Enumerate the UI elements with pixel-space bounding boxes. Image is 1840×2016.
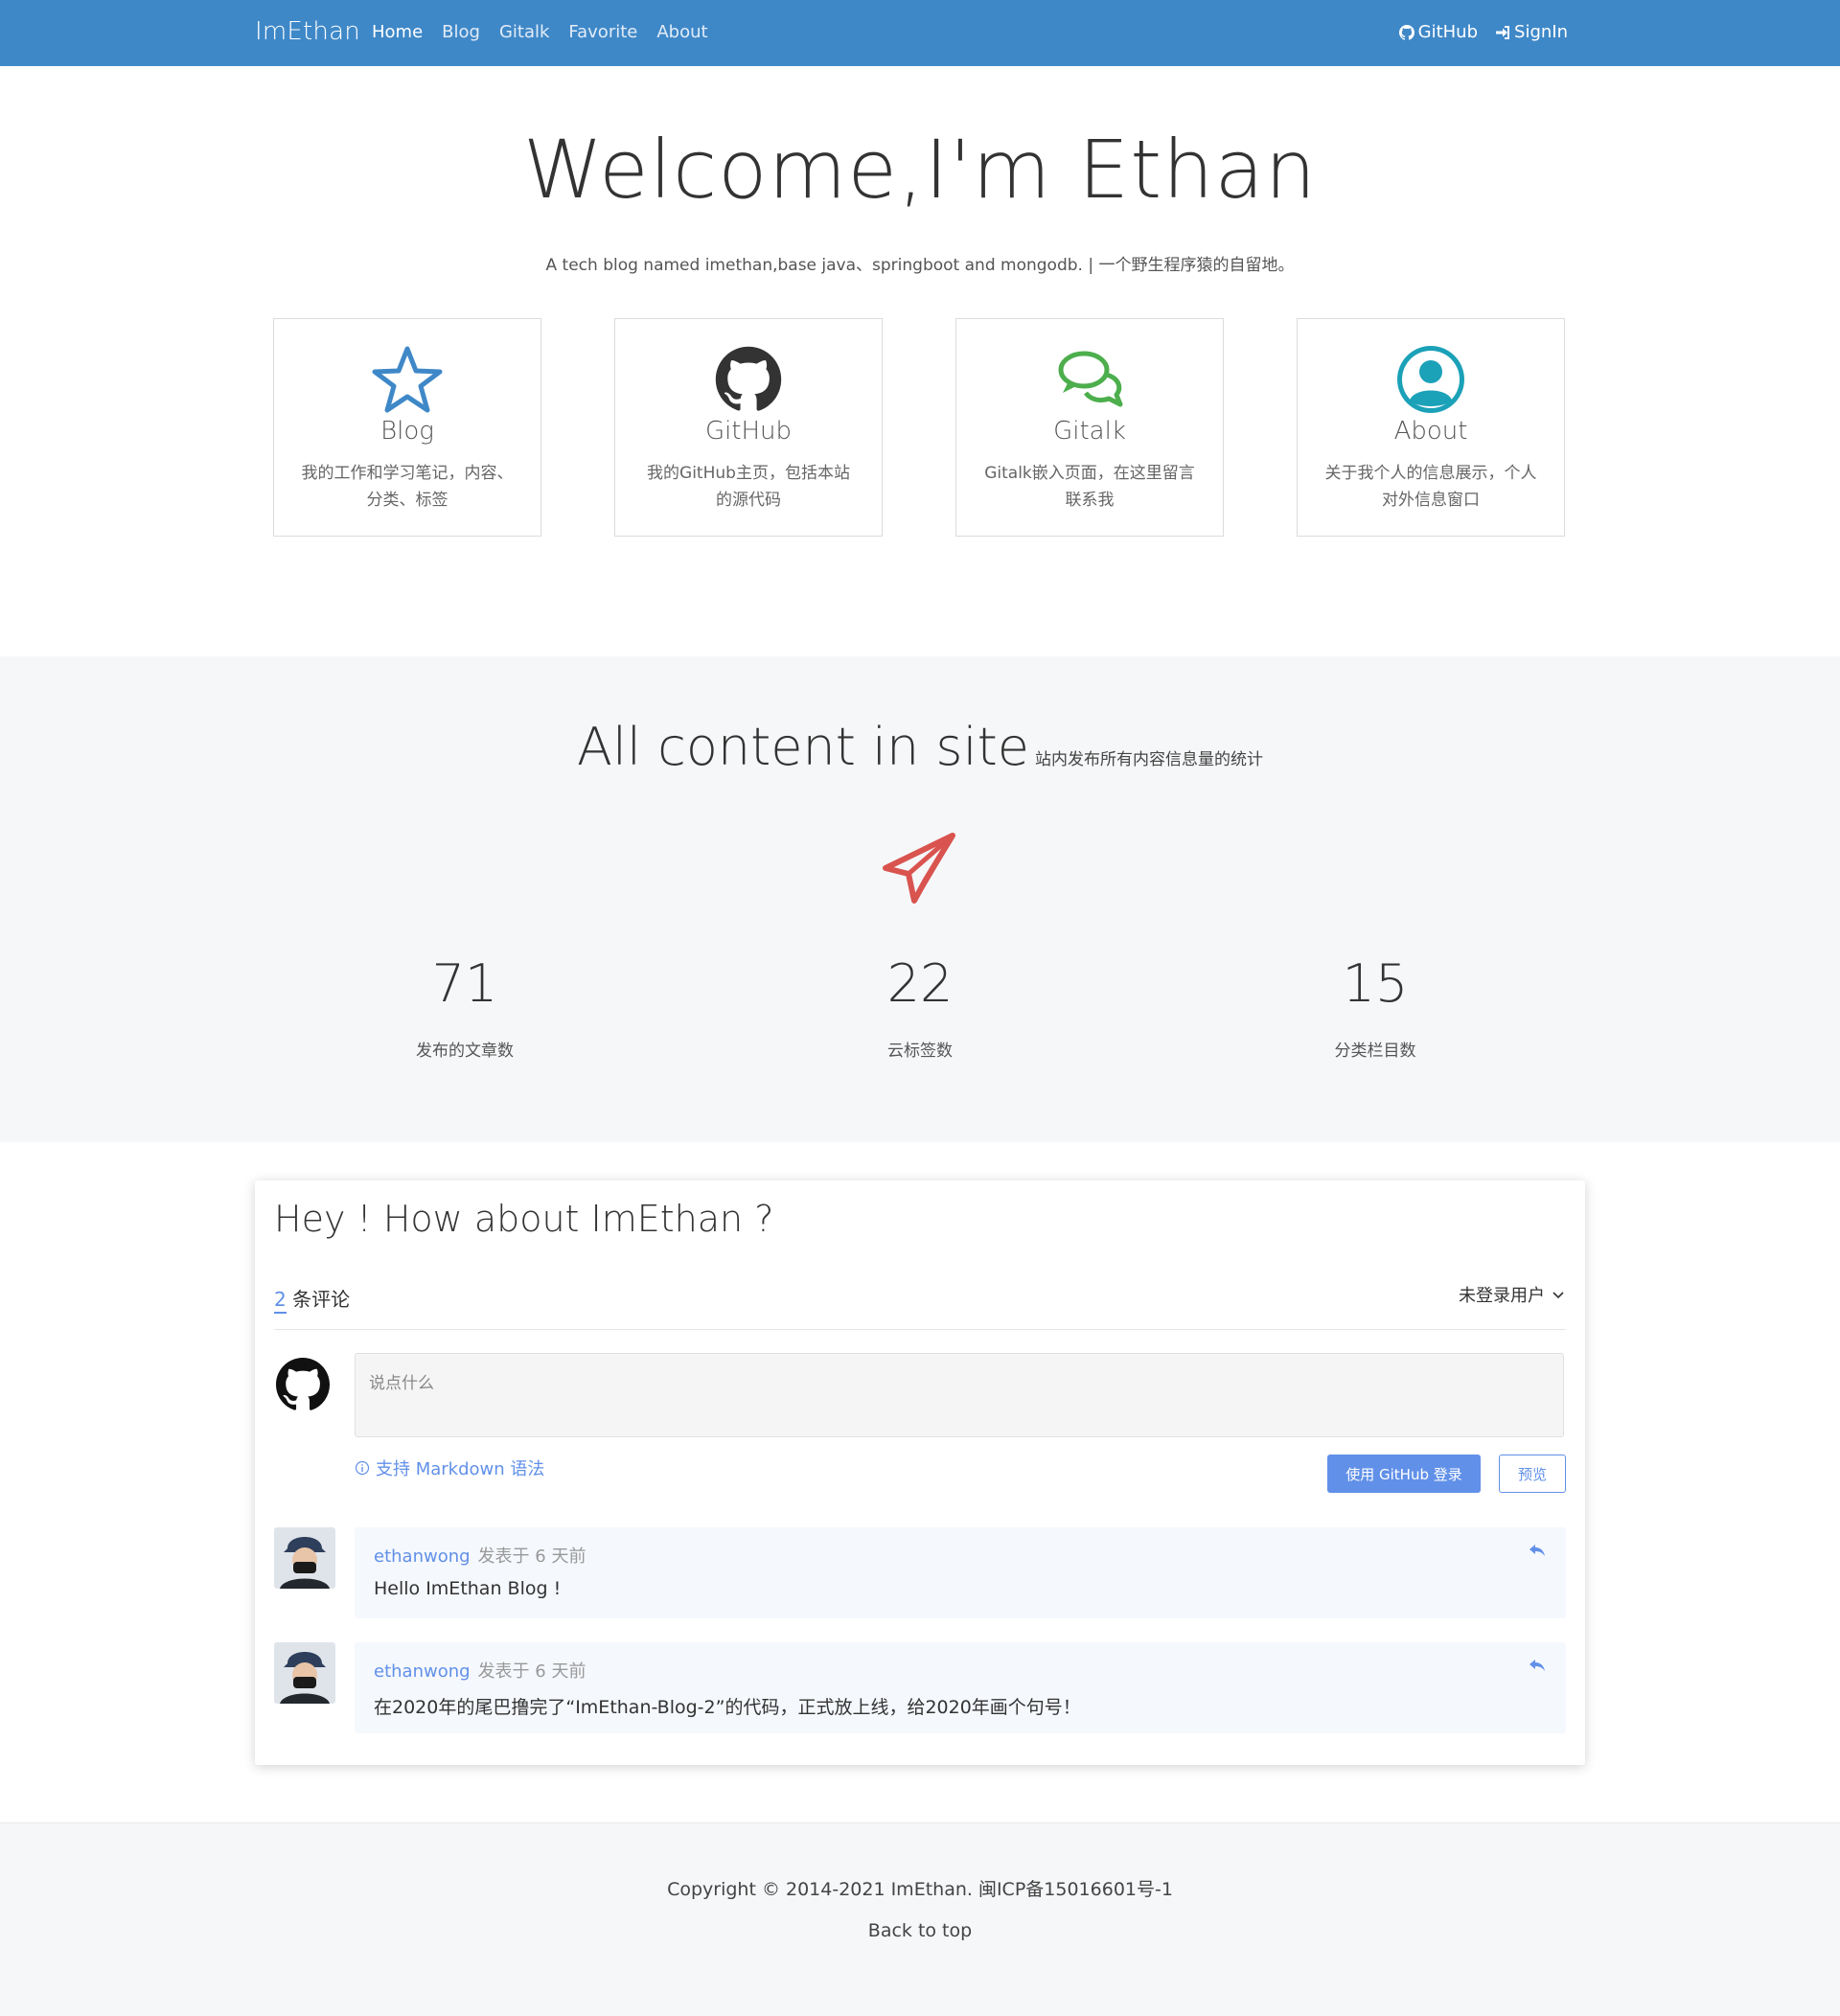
nav-home-link[interactable]: Home [372, 22, 423, 42]
markdown-help-link[interactable]: 支持 Markdown 语法 [355, 1455, 544, 1480]
card-gitalk-title: Gitalk [1053, 417, 1126, 446]
comment-text: Hello ImEthan Blog ! [374, 1578, 562, 1599]
comment-count: 2 条评论 [274, 1284, 351, 1314]
footer-copyright: Copyright © 2014-2021 ImEthan. 闽ICP备1501… [667, 1879, 1173, 1900]
card-about-desc-line1: 关于我个人的信息展示，个人 [1324, 464, 1537, 483]
preview-button[interactable]: 预览 [1499, 1455, 1566, 1493]
hero-subtitle: A tech blog named imethan,base java、spri… [545, 256, 1295, 275]
card-about-title: About [1393, 417, 1468, 446]
card-about[interactable]: About 关于我个人的信息展示，个人 对外信息窗口 [1297, 318, 1565, 537]
stat-categories-label: 分类栏目数 [1334, 1042, 1416, 1061]
comment-meta: ethanwong 发表于 6 天前 [374, 1658, 586, 1683]
nav-about-link[interactable]: About [656, 22, 707, 42]
card-about-desc-line2: 对外信息窗口 [1382, 491, 1480, 510]
nav-gitalk-link[interactable]: Gitalk [499, 22, 549, 42]
comment-body: ethanwong 发表于 6 天前 在2020年的尾巴撸完了“ImEthan-B… [355, 1642, 1566, 1733]
card-github-desc: 我的GitHub主页，包括本站 的源代码 [636, 460, 861, 514]
card-gitalk-desc-line1: Gitalk嵌入页面，在这里留言 [984, 464, 1195, 483]
card-blog-desc: 我的工作和学习笔记，内容、 分类、标签 [295, 460, 519, 514]
info-icon [355, 1460, 370, 1476]
comment-item: ethanwong 发表于 6 天前 在2020年的尾巴撸完了“ImEthan-B… [274, 1642, 1566, 1733]
github-avatar-icon [276, 1358, 330, 1410]
comment-meta: ethanwong 发表于 6 天前 [374, 1543, 586, 1568]
stat-tags: 22 云标签数 [776, 953, 1064, 1061]
chevron-down-icon [1552, 1292, 1564, 1299]
github-icon [1398, 24, 1414, 40]
stat-articles-number: 71 [431, 953, 498, 1014]
comments-icon [1058, 351, 1123, 407]
card-gitalk-desc-line2: 联系我 [1065, 491, 1115, 510]
comment-item: ethanwong 发表于 6 天前 Hello ImEthan Blog ! [274, 1527, 1566, 1618]
stat-tags-number: 22 [886, 953, 954, 1014]
avatar[interactable] [274, 1527, 335, 1589]
nav-signin-link[interactable]: SignIn [1495, 22, 1568, 42]
stat-articles: 71 发布的文章数 [321, 953, 609, 1061]
stats-subtitle: 站内发布所有内容信息量的统计 [1034, 750, 1263, 769]
nav-links: Home Blog Gitalk Favorite About [372, 22, 708, 42]
card-gitalk[interactable]: Gitalk Gitalk嵌入页面，在这里留言 联系我 [955, 318, 1224, 537]
comment-textarea[interactable]: 说点什么 [355, 1353, 1564, 1437]
comment-count-label: 条评论 [286, 1288, 351, 1311]
nav-blog-link[interactable]: Blog [442, 22, 480, 42]
card-github-desc-line1: 我的GitHub主页，包括本站 [647, 464, 850, 483]
comment-count-number[interactable]: 2 [274, 1288, 287, 1314]
comment-author[interactable]: ethanwong [374, 1546, 471, 1567]
card-github[interactable]: GitHub 我的GitHub主页，包括本站 的源代码 [614, 318, 883, 537]
card-about-desc: 关于我个人的信息展示，个人 对外信息窗口 [1319, 460, 1543, 514]
gitalk-title: Hey ! How about ImEthan ? [274, 1198, 774, 1240]
stats-title: All content in site [577, 717, 1029, 777]
comment-text: 在2020年的尾巴撸完了“ImEthan-Blog-2”的代码，正式放上线，给2… [374, 1697, 1081, 1718]
stat-articles-label: 发布的文章数 [416, 1042, 514, 1061]
top-navbar: ImEthan Home Blog Gitalk Favorite About … [0, 0, 1840, 66]
card-blog[interactable]: Blog 我的工作和学习笔记，内容、 分类、标签 [273, 318, 541, 537]
nav-favorite-link[interactable]: Favorite [568, 22, 637, 42]
user-menu[interactable]: 未登录用户 [1459, 1282, 1564, 1307]
markdown-help-label: 支持 Markdown 语法 [376, 1459, 545, 1479]
github-icon [715, 346, 782, 411]
paper-plane-icon [883, 833, 955, 904]
nav-github-link[interactable]: GitHub [1398, 22, 1479, 42]
nav-signin-label: SignIn [1514, 22, 1568, 42]
gitalk-panel: Hey ! How about ImEthan ? 2 条评论 未登录用户 说点… [255, 1180, 1585, 1765]
stats-heading: All content in site 站内发布所有内容信息量的统计 [0, 717, 1840, 777]
signin-icon [1496, 25, 1510, 39]
divider [274, 1329, 1566, 1330]
user-circle-icon [1397, 346, 1464, 413]
page-footer: Copyright © 2014-2021 ImEthan. 闽ICP备1501… [0, 1822, 1840, 2016]
card-gitalk-desc: Gitalk嵌入页面，在这里留言 联系我 [978, 460, 1202, 514]
reply-icon[interactable] [1528, 1541, 1547, 1560]
user-menu-label: 未登录用户 [1459, 1286, 1545, 1306]
card-blog-desc-line2: 分类、标签 [366, 491, 448, 510]
github-login-button[interactable]: 使用 GitHub 登录 [1327, 1455, 1481, 1493]
comment-body: ethanwong 发表于 6 天前 Hello ImEthan Blog ! [355, 1527, 1566, 1618]
card-github-title: GitHub [704, 417, 793, 446]
avatar[interactable] [274, 1642, 335, 1704]
stat-tags-label: 云标签数 [887, 1042, 953, 1061]
comment-author[interactable]: ethanwong [374, 1661, 471, 1682]
nav-github-label: GitHub [1417, 22, 1479, 42]
star-icon [372, 346, 443, 413]
back-to-top-link[interactable]: Back to top [0, 1920, 1840, 1941]
feature-cards: Blog 我的工作和学习笔记，内容、 分类、标签 GitHub 我的GitHub… [273, 318, 1567, 537]
comment-time: 发表于 6 天前 [477, 1546, 586, 1567]
card-blog-title: Blog [380, 417, 434, 446]
reply-icon[interactable] [1528, 1656, 1547, 1675]
stat-categories: 15 分类栏目数 [1231, 953, 1519, 1061]
hero-title: Welcome,I'm Ethan [522, 123, 1318, 217]
stat-categories-number: 15 [1342, 953, 1409, 1014]
nav-right: GitHub SignIn [1398, 22, 1568, 42]
card-github-desc-line2: 的源代码 [716, 491, 781, 510]
card-blog-desc-line1: 我的工作和学习笔记，内容、 [301, 464, 514, 483]
comment-time: 发表于 6 天前 [477, 1661, 586, 1682]
brand-logo[interactable]: ImEthan [255, 17, 360, 46]
